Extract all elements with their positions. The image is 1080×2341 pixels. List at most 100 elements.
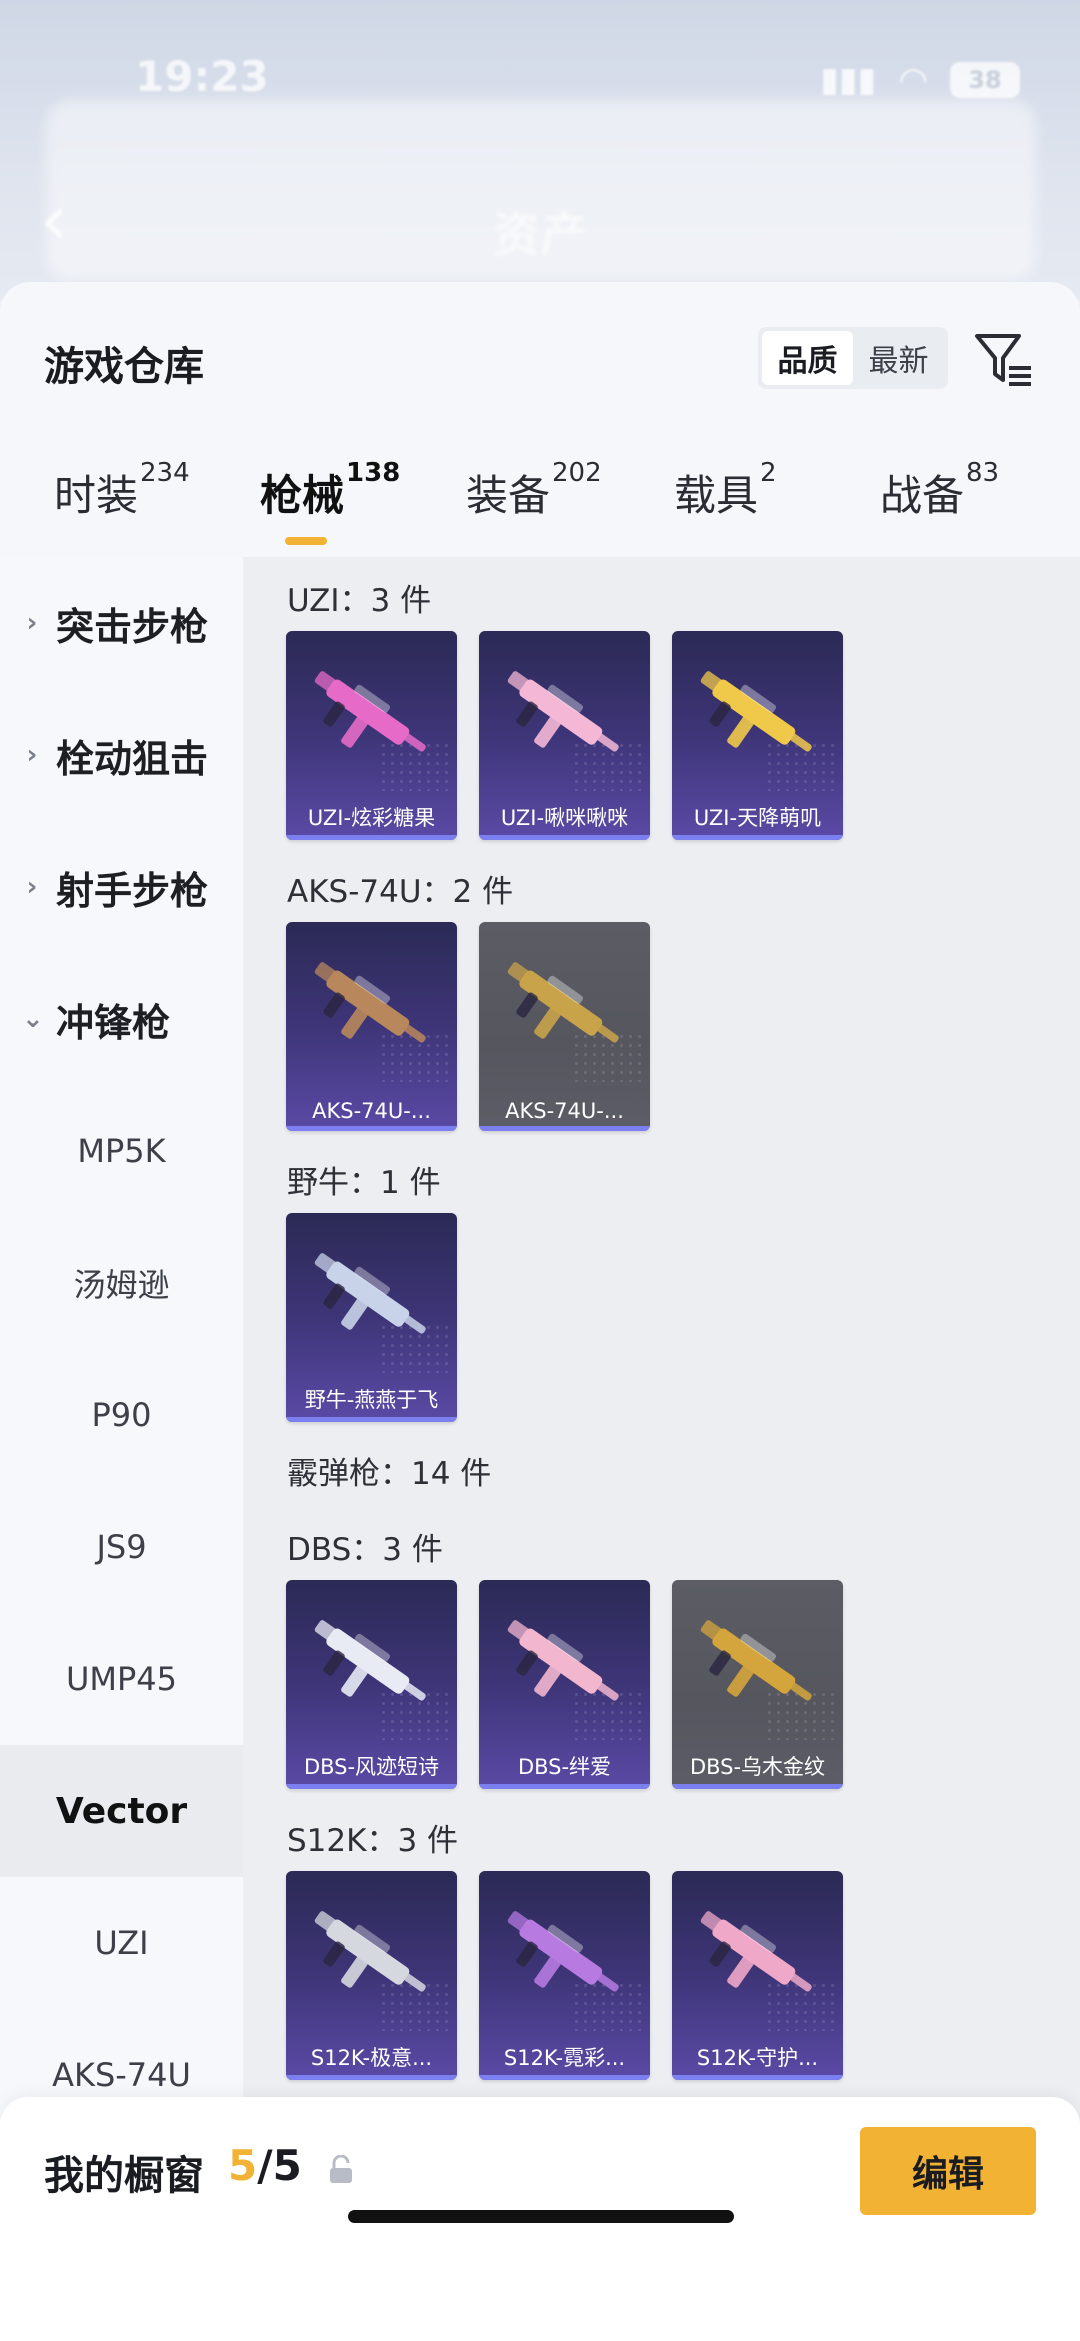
card-quality-bar bbox=[479, 835, 650, 840]
card-quality-bar bbox=[479, 2075, 650, 2080]
sidebar-item-js9[interactable]: JS9 bbox=[0, 1481, 243, 1613]
page-title: 资产 bbox=[491, 207, 588, 263]
section-title: 霰弹枪：14 件 bbox=[287, 1456, 492, 1492]
skin-card[interactable]: AKS-74U-... bbox=[286, 922, 457, 1131]
skin-card[interactable]: DBS-风迹短诗 bbox=[286, 1580, 457, 1789]
skin-card[interactable]: UZI-炫彩糖果 bbox=[286, 631, 457, 840]
skin-card[interactable]: AKS-74U-... bbox=[479, 922, 650, 1131]
showcase-count: 5/5 bbox=[228, 2141, 302, 2190]
card-quality-bar bbox=[286, 1784, 457, 1789]
weapon-skin-list: UZI：3 件 UZI-炫彩糖果 UZI-啾咪啾咪 UZI-天降萌叽 AKS-74U：2… bbox=[243, 557, 1080, 2341]
tab-equipment[interactable]: 装备202 bbox=[466, 458, 602, 523]
skin-card[interactable]: UZI-啾咪啾咪 bbox=[479, 631, 650, 840]
skin-card[interactable]: S12K-守护... bbox=[672, 1871, 843, 2080]
tab-label: 载具 bbox=[674, 471, 759, 520]
skin-name: UZI-天降萌叽 bbox=[693, 806, 822, 830]
lock-icon bbox=[330, 2155, 352, 2183]
tab-vehicles[interactable]: 载具2 bbox=[674, 458, 777, 523]
gun-skin-icon bbox=[314, 1620, 426, 1701]
skin-card[interactable]: S12K-极意... bbox=[286, 1871, 457, 2080]
gun-skin-icon bbox=[700, 1620, 812, 1701]
sidebar-item-p90[interactable]: P90 bbox=[0, 1349, 243, 1481]
skin-card[interactable]: UZI-天降萌叽 bbox=[672, 631, 843, 840]
sidebar-item-vector[interactable]: Vector bbox=[0, 1745, 243, 1877]
card-quality-bar bbox=[286, 835, 457, 840]
sheet-title: 游戏仓库 bbox=[44, 344, 204, 390]
sidebar-group-marksman-rifle[interactable]: › 射手步枪 bbox=[0, 821, 243, 953]
filter-icon[interactable] bbox=[973, 328, 1035, 390]
section-title: AKS-74U：2 件 bbox=[287, 874, 514, 910]
category-tabs: 时装234 枪械138 装备202 载具2 战备83 bbox=[0, 458, 1080, 562]
gun-skin-icon bbox=[314, 1253, 426, 1334]
skin-card[interactable]: S12K-霓彩... bbox=[479, 1871, 650, 2080]
skin-name: DBS-绊爱 bbox=[517, 1755, 612, 1779]
skin-name: UZI-炫彩糖果 bbox=[307, 806, 436, 830]
skin-name: DBS-风迹短诗 bbox=[303, 1755, 440, 1779]
chevron-right-icon: › bbox=[26, 740, 38, 770]
section-title: UZI：3 件 bbox=[287, 583, 432, 619]
skin-name: S12K-守护... bbox=[696, 2046, 819, 2070]
gun-skin-icon bbox=[507, 1911, 619, 1992]
wifi-icon: ◠ bbox=[898, 60, 928, 100]
skin-card[interactable]: 野牛-燕燕于飞 bbox=[286, 1213, 457, 1422]
weapon-category-sidebar: › 突击步枪 › 栓动狙击 › 射手步枪 ⌄ 冲锋枪 MP5K 汤姆逊 P90 … bbox=[0, 557, 243, 2341]
section-title: S12K：3 件 bbox=[287, 1823, 459, 1859]
section-title: DBS：3 件 bbox=[287, 1532, 443, 1568]
sidebar-group-bolt-sniper[interactable]: › 栓动狙击 bbox=[0, 689, 243, 821]
tab-count: 138 bbox=[346, 458, 401, 488]
sidebar-group-label: 栓动狙击 bbox=[56, 736, 209, 781]
skin-card[interactable]: DBS-乌木金纹 bbox=[672, 1580, 843, 1789]
card-quality-bar bbox=[479, 1784, 650, 1789]
tab-firearms[interactable]: 枪械138 bbox=[260, 458, 400, 523]
tab-count: 202 bbox=[552, 458, 602, 488]
sidebar-group-label: 突击步枪 bbox=[56, 604, 209, 649]
tab-count: 234 bbox=[140, 458, 190, 488]
sidebar-group-label: 射手步枪 bbox=[56, 868, 209, 913]
card-quality-bar bbox=[672, 2075, 843, 2080]
signal-icon: ▮▮▮ bbox=[820, 60, 877, 100]
skin-name: AKS-74U-... bbox=[312, 1099, 431, 1123]
gun-skin-icon bbox=[314, 962, 426, 1043]
chevron-right-icon: › bbox=[26, 872, 38, 902]
battery-icon: 38 bbox=[950, 62, 1020, 98]
sidebar-item-thompson[interactable]: 汤姆逊 bbox=[0, 1217, 243, 1349]
background-header: 19:23 ▮▮▮ ◠ 38 ‹ 资产 bbox=[0, 0, 1080, 300]
skin-name: 野牛-燕燕于飞 bbox=[304, 1388, 439, 1412]
gun-skin-icon bbox=[314, 1911, 426, 1992]
sort-newest-button[interactable]: 最新 bbox=[853, 331, 944, 385]
skin-name: S12K-霓彩... bbox=[503, 2046, 626, 2070]
sort-quality-button[interactable]: 品质 bbox=[762, 331, 853, 385]
status-time: 19:23 bbox=[135, 52, 269, 101]
status-icons: ▮▮▮ ◠ 38 bbox=[820, 60, 1020, 100]
skin-name: UZI-啾咪啾咪 bbox=[500, 806, 629, 830]
edit-button[interactable]: 编辑 bbox=[860, 2127, 1036, 2215]
tab-count: 2 bbox=[760, 458, 777, 488]
tab-label: 枪械 bbox=[260, 471, 345, 520]
tab-label: 战备 bbox=[880, 471, 965, 520]
sidebar-group-assault-rifle[interactable]: › 突击步枪 bbox=[0, 557, 243, 689]
sort-toggle: 品质 最新 bbox=[758, 327, 948, 389]
sidebar-group-smg[interactable]: ⌄ 冲锋枪 bbox=[0, 953, 243, 1085]
sidebar-item-uzi[interactable]: UZI bbox=[0, 1877, 243, 2009]
chevron-down-icon: ⌄ bbox=[22, 1004, 44, 1034]
tab-label: 时装 bbox=[54, 471, 139, 520]
gun-skin-icon bbox=[507, 962, 619, 1043]
tab-supplies[interactable]: 战备83 bbox=[880, 458, 999, 523]
skin-name: DBS-乌木金纹 bbox=[689, 1755, 826, 1779]
chevron-right-icon: › bbox=[26, 608, 38, 638]
tab-label: 装备 bbox=[466, 471, 551, 520]
card-quality-bar bbox=[672, 835, 843, 840]
sidebar-item-mp5k[interactable]: MP5K bbox=[0, 1085, 243, 1217]
showcase-label: 我的橱窗 bbox=[44, 2153, 204, 2199]
skin-name: S12K-极意... bbox=[310, 2046, 433, 2070]
tab-fashion[interactable]: 时装234 bbox=[54, 458, 190, 523]
sidebar-group-label: 冲锋枪 bbox=[56, 1000, 171, 1045]
home-indicator bbox=[348, 2210, 734, 2223]
sidebar-item-ump45[interactable]: UMP45 bbox=[0, 1613, 243, 1745]
showcase-total: /5 bbox=[257, 2141, 302, 2190]
gun-skin-icon bbox=[507, 671, 619, 752]
skin-card[interactable]: DBS-绊爱 bbox=[479, 1580, 650, 1789]
gun-skin-icon bbox=[700, 1911, 812, 1992]
tab-count: 83 bbox=[966, 458, 1000, 488]
showcase-current: 5 bbox=[228, 2141, 258, 2190]
